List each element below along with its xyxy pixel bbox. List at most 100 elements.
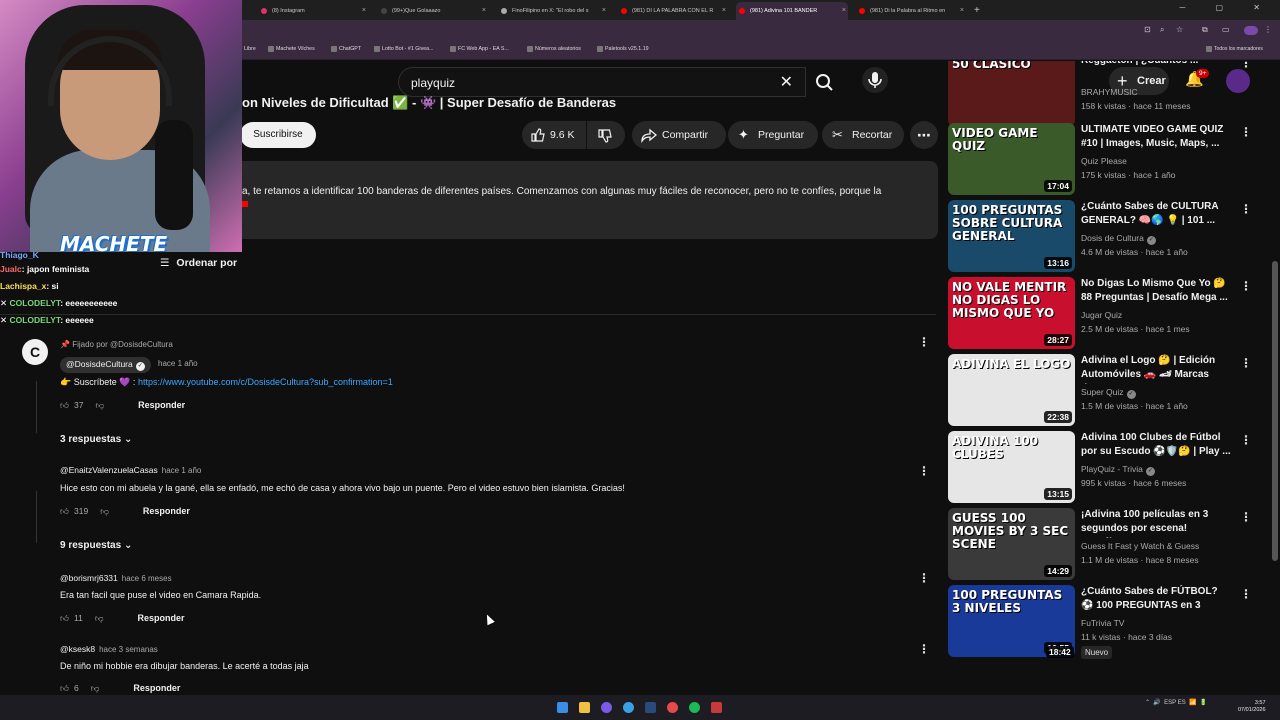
close-tab-icon[interactable]: × <box>722 2 726 20</box>
tab-youtube-active[interactable]: (981) Adivina 101 BANDER × <box>736 2 848 20</box>
thumbs-up-icon[interactable]: 👍︎ <box>60 506 74 517</box>
reply-button[interactable]: Responder <box>133 683 180 693</box>
steam-icon[interactable] <box>645 702 656 713</box>
app-icon[interactable] <box>667 702 678 713</box>
video-menu-icon[interactable]: ⋮ <box>1240 587 1252 601</box>
thumbs-down-icon[interactable]: 👎︎ <box>95 613 104 624</box>
like-button[interactable]: 9.6 K <box>522 121 586 149</box>
tab-instagram[interactable]: (8) Instagram × <box>258 2 368 20</box>
channel-name[interactable]: Guess It Fast y Watch & Guess <box>1081 541 1199 551</box>
thumbs-down-icon[interactable]: 👎︎ <box>91 683 100 694</box>
comment-author[interactable]: @EnaitzValenzuelaCasas <box>60 465 158 475</box>
bookmark-item[interactable]: Paletools v25.1.19 <box>597 46 649 52</box>
recommended-video[interactable]: 50 CLÁSICO Reggaeton | ¿Cuántos ... BRAHYM… <box>948 61 1278 126</box>
extensions-icon[interactable]: ⧉ <box>1202 25 1208 35</box>
comment-timestamp[interactable]: hace 1 año <box>162 466 202 475</box>
recommended-video[interactable]: ADIVINA 100 CLUBES 13:15 Adivina 100 Clube… <box>948 431 1278 503</box>
video-menu-icon[interactable]: ⋮ <box>1240 510 1252 524</box>
recommended-video[interactable]: ADIVINA EL LOGO 22:38 Adivina el Logo 🤔 | … <box>948 354 1278 426</box>
search-input[interactable]: playquiz <box>411 76 455 90</box>
show-replies-button[interactable]: 3 respuestas ⌄ <box>60 434 132 445</box>
all-bookmarks[interactable]: Todos los marcadores <box>1206 46 1263 52</box>
thumbs-up-icon[interactable]: 👍︎ <box>60 683 74 694</box>
comment-link[interactable]: https://www.youtube.com/c/DosisdeCultura… <box>138 377 393 387</box>
reply-button[interactable]: Responder <box>143 506 190 516</box>
video-thumbnail[interactable]: 50 CLÁSICO <box>948 61 1075 126</box>
more-actions-button[interactable]: ⋯ <box>910 121 938 149</box>
thumbs-up-icon[interactable]: 👍︎ <box>60 400 74 411</box>
bookmark-item[interactable]: ChatGPT <box>331 46 361 52</box>
bookmark-star-icon[interactable]: ☆ <box>1176 25 1183 34</box>
video-title[interactable]: ULTIMATE VIDEO GAME QUIZ #10 | Images, M… <box>1081 123 1231 151</box>
comment-menu-icon[interactable]: ⋮ <box>918 642 930 656</box>
new-tab-button[interactable]: + <box>970 2 986 20</box>
video-menu-icon[interactable]: ⋮ <box>1240 356 1252 370</box>
comment-timestamp[interactable]: hace 3 semanas <box>99 645 158 654</box>
chrome-icon[interactable] <box>623 702 634 713</box>
bookmark-item[interactable]: Lotto Bot - #1 Givea... <box>374 46 434 52</box>
video-thumbnail[interactable]: 100 PREGUNTAS SOBRE CULTURA GENERAL 13:16 <box>948 200 1075 272</box>
video-title[interactable]: ¡Adivina 100 películas en 3 segundos por… <box>1081 508 1231 538</box>
zoom-icon[interactable]: ⌕ <box>1160 25 1164 35</box>
dislike-button[interactable] <box>587 121 625 149</box>
ask-button[interactable]: ✦ Preguntar <box>728 121 818 149</box>
channel-avatar[interactable]: C <box>22 339 48 365</box>
video-title[interactable]: No Digas Lo Mismo Que Yo 🤔 88 Preguntas … <box>1081 277 1231 305</box>
recommended-video[interactable]: 18:42 <box>948 646 1278 695</box>
search-box[interactable]: playquiz ✕ <box>398 67 806 97</box>
recommended-video[interactable]: 100 PREGUNTAS SOBRE CULTURA GENERAL 13:16… <box>948 200 1278 272</box>
video-menu-icon[interactable]: ⋮ <box>1240 279 1252 293</box>
thumbs-down-icon[interactable]: 👎︎ <box>95 400 104 411</box>
window-controls[interactable]: ─ ▢ ✕ <box>1180 3 1274 12</box>
thumbs-down-icon[interactable]: 👎︎ <box>100 506 109 517</box>
video-title[interactable]: Adivina el Logo 🤔 | Edición Automóviles … <box>1081 354 1231 384</box>
spotify-icon[interactable] <box>689 702 700 713</box>
app-icon[interactable] <box>711 702 722 713</box>
search-button[interactable] <box>806 67 842 97</box>
channel-name[interactable]: PlayQuiz - Trivia ✓ <box>1081 464 1155 476</box>
clear-search-icon[interactable]: ✕ <box>780 72 793 92</box>
close-tab-icon[interactable]: × <box>362 2 366 20</box>
video-thumbnail[interactable]: NO VALE MENTIR NO DIGAS LO MISMO QUE YO 2… <box>948 277 1075 349</box>
video-title[interactable]: Reggaeton | ¿Cuántos ... <box>1081 61 1231 68</box>
comment-author[interactable]: @borismrj6331 <box>60 573 118 583</box>
install-icon[interactable]: ⊡ <box>1144 25 1151 34</box>
comment-author-chip[interactable]: @DosisdeCultura ✓ <box>60 357 151 373</box>
recommended-video[interactable]: VIDEO GAME QUIZ 17:04 ULTIMATE VIDEO GAME … <box>948 123 1278 195</box>
close-tab-icon[interactable]: × <box>602 2 606 20</box>
comment-author[interactable]: @ksesk8 <box>60 644 95 654</box>
channel-name[interactable]: Jugar Quiz <box>1081 310 1122 320</box>
video-menu-icon[interactable]: ⋮ <box>1240 202 1252 216</box>
bookmark-item[interactable]: Machete Vilches <box>268 46 315 52</box>
sidebar-icon[interactable]: ▭ <box>1222 25 1230 34</box>
close-tab-icon[interactable]: × <box>482 2 486 20</box>
video-menu-icon[interactable]: ⋮ <box>1240 61 1252 70</box>
tab-x[interactable]: FinoFilipino en X: "El robo del s × <box>498 2 608 20</box>
tab-youtube-3[interactable]: (981) Di la Palabra al Ritmo en × <box>856 2 966 20</box>
video-thumbnail[interactable]: ADIVINA EL LOGO 22:38 <box>948 354 1075 426</box>
start-icon[interactable] <box>557 702 568 713</box>
channel-name[interactable]: Quiz Please <box>1081 156 1127 166</box>
share-button[interactable]: Compartir <box>632 121 726 149</box>
discord-icon[interactable] <box>601 702 612 713</box>
channel-name[interactable]: BRAHYMUSIC <box>1081 87 1138 97</box>
channel-name[interactable]: Super Quiz ✓ <box>1081 387 1136 399</box>
close-tab-icon[interactable]: × <box>842 2 846 20</box>
video-thumbnail[interactable]: GUESS 100 MOVIES BY 3 SEC SCENE 14:29 <box>948 508 1075 580</box>
show-replies-button[interactable]: 9 respuestas ⌄ <box>60 540 132 551</box>
video-thumbnail[interactable]: VIDEO GAME QUIZ 17:04 <box>948 123 1075 195</box>
menu-dots-icon[interactable]: ⋮ <box>1264 25 1272 34</box>
video-title[interactable]: ¿Cuánto Sabes de CULTURA GENERAL? 🧠🌎 💡 |… <box>1081 200 1231 228</box>
comment-timestamp[interactable]: hace 6 meses <box>122 574 172 583</box>
recommended-video[interactable]: GUESS 100 MOVIES BY 3 SEC SCENE 14:29 ¡Adi… <box>948 508 1278 580</box>
profile-icon[interactable] <box>1244 26 1258 35</box>
clip-button[interactable]: ✂ Recortar <box>822 121 904 149</box>
tab-youtube-1[interactable]: (981) DI LA PALABRA CON EL R × <box>618 2 728 20</box>
recommended-video[interactable]: NO VALE MENTIR NO DIGAS LO MISMO QUE YO 2… <box>948 277 1278 349</box>
channel-name[interactable]: FuTrivia TV <box>1081 618 1124 628</box>
scrollbar[interactable] <box>1272 261 1278 561</box>
bookmark-item[interactable]: FC Web App - EA S... <box>450 46 509 52</box>
comment-menu-icon[interactable]: ⋮ <box>918 335 930 349</box>
tab-tiktok[interactable]: (99+)Que Golaaazo × <box>378 2 488 20</box>
comment-timestamp[interactable]: hace 1 año <box>158 359 198 368</box>
